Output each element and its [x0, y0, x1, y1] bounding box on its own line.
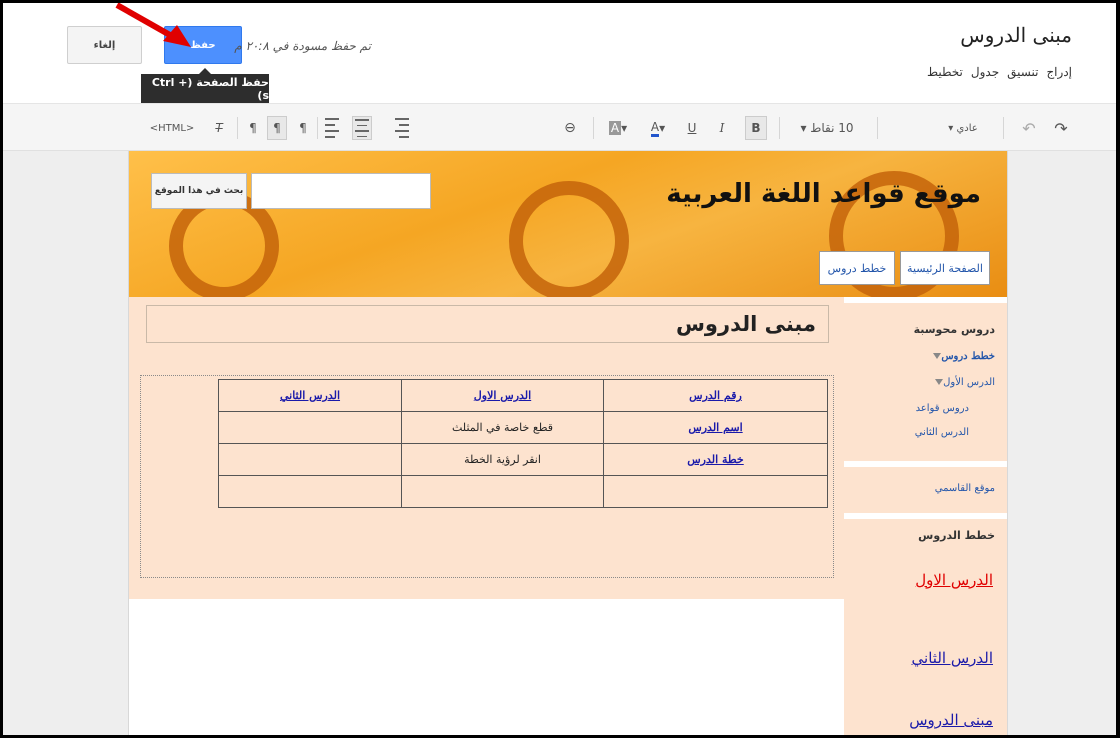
red-arrow-annotation [115, 3, 191, 47]
table-cell[interactable] [218, 411, 402, 444]
clear-format-icon[interactable]: T [209, 116, 229, 140]
plan-link-lessons-structure[interactable]: مبنى الدروس [909, 711, 993, 729]
plan-link-lesson-two[interactable]: الدرس الثاني [912, 649, 993, 667]
align-right-icon[interactable] [389, 116, 409, 140]
table-cell[interactable] [401, 475, 604, 508]
text-color-icon[interactable]: A ▾ [643, 116, 673, 140]
sidebar-item-lesson-one[interactable]: الدرس الأول [933, 377, 995, 388]
site-banner: موقع قواعد اللغة العربية بحث في هذا المو… [129, 151, 1007, 297]
content-title: مبنى الدروس [675, 312, 816, 336]
table-cell[interactable]: انقر لرؤية الخطة [401, 443, 604, 476]
align-center-icon[interactable] [352, 116, 372, 140]
style-dropdown[interactable]: عادي ▾ [935, 116, 991, 140]
sidebar-item-lesson-plans[interactable]: خطط دروس [931, 351, 995, 362]
font-size-dropdown[interactable]: 10 نقاط ▾ [797, 116, 857, 140]
page-title: مبنى الدروس [960, 23, 1072, 47]
plan-link-lesson-one[interactable]: الدرس الاول [915, 571, 993, 589]
italic-button[interactable]: I [711, 116, 733, 140]
table-cell[interactable]: الدرس الثاني [218, 379, 402, 412]
nav-tab-lesson-plans[interactable]: خطط دروس [819, 251, 895, 285]
lessons-table[interactable]: رقم الدرس الدرس الاول الدرس الثاني اسم ا… [218, 379, 828, 508]
site-title: موقع قواعد اللغة العربية [666, 179, 981, 209]
sidebar-nav-heading: دروس محوسبة [913, 323, 995, 336]
sidebar-plans-heading: خطط الدروس [918, 529, 995, 542]
table-cell[interactable] [218, 443, 402, 476]
draft-saved-status: تم حفظ مسودة في ٢٠:٨ م [234, 39, 371, 53]
sidebar-external-link[interactable]: موقع القاسمي [935, 483, 995, 494]
menu-table[interactable]: جدول [971, 65, 999, 79]
editor-canvas: موقع قواعد اللغة العربية بحث في هذا المو… [3, 151, 1116, 735]
table-cell[interactable] [218, 475, 402, 508]
table-row: رقم الدرس الدرس الاول الدرس الثاني [218, 379, 828, 412]
table-cell[interactable]: قطع خاصة في المثلث [401, 411, 604, 444]
table-cell[interactable]: رقم الدرس [603, 379, 828, 412]
undo-icon[interactable]: ↶ [1017, 116, 1041, 140]
decorative-letter-middle [509, 181, 629, 297]
table-row: اسم الدرس قطع خاصة في المثلث [218, 411, 828, 444]
table-row: خطة الدرس انقر لرؤية الخطة [218, 443, 828, 476]
highlight-color-icon[interactable]: A ▾ [603, 116, 633, 140]
menu-insert[interactable]: إدراج [1046, 65, 1072, 79]
sidebar: دروس محوسبة خطط دروس الدرس الأول دروس قو… [844, 297, 1007, 735]
editor-header: إلغاء حفظ حفظ الصفحة (Ctrl + s) تم حفظ م… [3, 3, 1116, 104]
underline-button[interactable]: U [681, 116, 703, 140]
link-icon[interactable]: ⊖ [558, 116, 582, 140]
align-left-icon[interactable] [325, 116, 345, 140]
editor-window: إلغاء حفظ حفظ الصفحة (Ctrl + s) تم حفظ م… [0, 0, 1120, 738]
table-container[interactable]: رقم الدرس الدرس الاول الدرس الثاني اسم ا… [140, 375, 834, 578]
formatting-toolbar: <HTML> T ¶ ¶ ¶ ⊖ A ▾ A ▾ U I B 10 نقاط ▾ ع… [3, 103, 1116, 151]
redo-icon[interactable]: ↷ [1049, 116, 1073, 140]
content-title-box[interactable]: مبنى الدروس [146, 305, 829, 343]
table-row [218, 475, 828, 508]
main-content: مبنى الدروس رقم الدرس الدرس الاول الدرس … [129, 297, 844, 599]
table-cell[interactable] [603, 475, 828, 508]
table-cell[interactable]: خطة الدرس [603, 443, 828, 476]
site-search-button[interactable]: بحث في هذا الموقع [151, 173, 247, 209]
ltr-paragraph-icon[interactable]: ¶ [243, 116, 263, 140]
rtl-paragraph-alt-icon[interactable]: ¶ [293, 116, 313, 140]
table-cell[interactable]: اسم الدرس [603, 411, 828, 444]
bold-button[interactable]: B [745, 116, 767, 140]
sidebar-item-lesson-two[interactable]: الدرس الثاني [915, 427, 969, 438]
sidebar-nav-box: دروس محوسبة خطط دروس الدرس الأول دروس قو… [844, 297, 1007, 457]
site-search-input[interactable] [251, 173, 431, 209]
site-page: موقع قواعد اللغة العربية بحث في هذا المو… [128, 151, 1008, 735]
sidebar-item-grammar-lessons[interactable]: دروس قواعد [916, 403, 969, 414]
html-button[interactable]: <HTML> [150, 116, 195, 140]
save-tooltip: حفظ الصفحة (Ctrl + s) [141, 68, 269, 104]
nav-tab-home[interactable]: الصفحة الرئيسية [900, 251, 990, 285]
sidebar-link-box: موقع القاسمي [844, 461, 1007, 509]
sidebar-plans-box: خطط الدروس الدرس الاول الدرس الثاني مبنى… [844, 513, 1007, 735]
rtl-paragraph-icon[interactable]: ¶ [267, 116, 287, 140]
menu-format[interactable]: تنسيق [1007, 65, 1038, 79]
menu-bar: إدراج تنسيق جدول تخطيط [927, 65, 1072, 79]
expand-triangle-icon[interactable] [935, 379, 944, 385]
table-cell[interactable]: الدرس الاول [401, 379, 604, 412]
menu-layout[interactable]: تخطيط [927, 65, 963, 79]
